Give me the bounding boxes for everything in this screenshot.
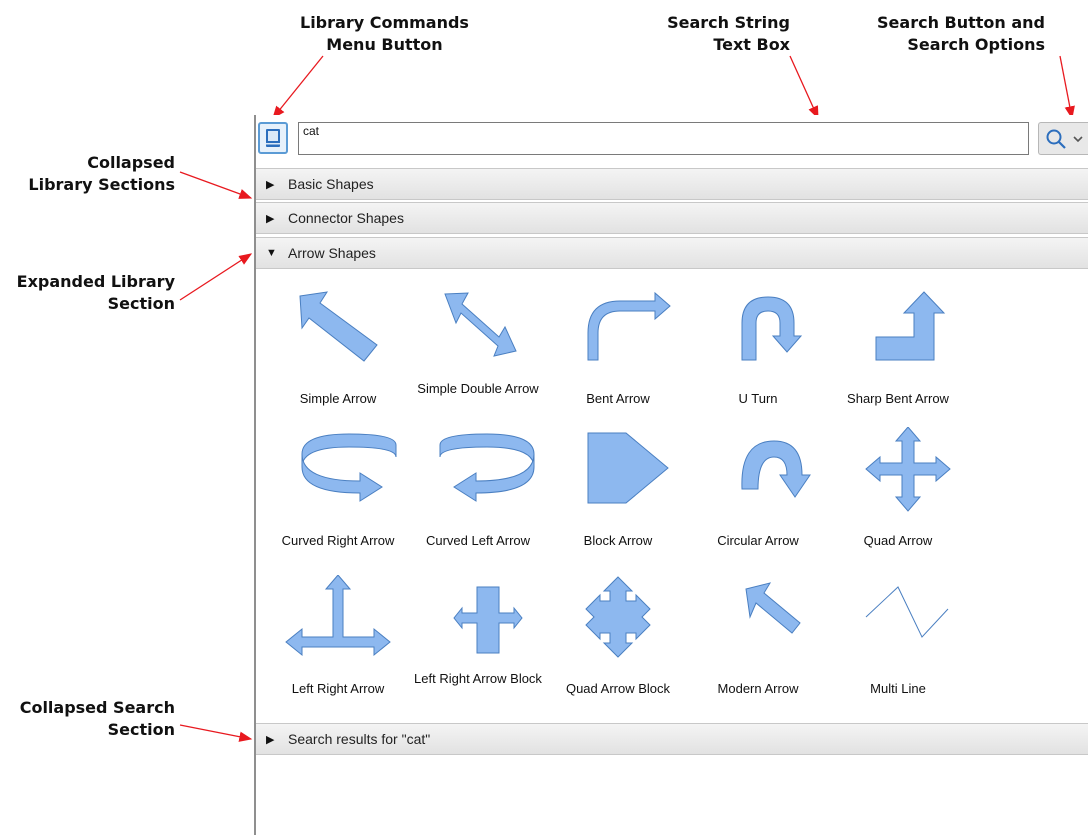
search-button[interactable] xyxy=(1038,122,1088,155)
arrow-to-search-box xyxy=(789,55,819,120)
magnifier-icon xyxy=(1046,129,1066,149)
arrow-to-library-button xyxy=(272,55,324,120)
section-label: Search results for "cat" xyxy=(288,731,431,747)
annotation-library-menu: Library Commands Menu Button xyxy=(300,13,469,54)
library-toolbar xyxy=(256,115,1088,165)
bent-arrow-icon xyxy=(587,291,671,361)
modern-arrow-icon xyxy=(745,582,801,634)
left-right-arrow-block-icon xyxy=(453,586,523,654)
multi-line-icon xyxy=(865,586,949,638)
section-connector-shapes[interactable]: ▶ Connector Shapes xyxy=(256,202,1088,234)
section-label: Arrow Shapes xyxy=(288,245,376,261)
section-basic-shapes[interactable]: ▶ Basic Shapes xyxy=(256,168,1088,200)
arrow-to-search-button xyxy=(1059,55,1075,120)
triangle-right-icon: ▶ xyxy=(266,178,275,191)
triangle-right-icon: ▶ xyxy=(266,733,275,746)
sharp-bent-arrow-icon xyxy=(875,291,946,361)
search-string-input[interactable] xyxy=(298,122,1029,155)
annotation-search-button: Search Button and Search Options xyxy=(877,13,1045,54)
annotation-expanded-section: Expanded Library Section xyxy=(16,272,175,313)
curved-left-arrow-icon xyxy=(439,433,535,502)
arrow-to-collapsed-sections xyxy=(179,171,253,199)
annotation-search-box: Search String Text Box xyxy=(667,13,790,54)
quad-arrow-icon xyxy=(865,427,951,512)
left-right-arrow-icon xyxy=(285,575,391,657)
circular-arrow-icon xyxy=(741,440,811,498)
library-panel: ▶ Basic Shapes ▶ Connector Shapes ▼ Arro… xyxy=(254,115,1088,835)
u-turn-icon xyxy=(741,296,803,361)
chevron-down-icon[interactable] xyxy=(1073,135,1083,143)
block-arrow-icon xyxy=(587,432,669,504)
section-label: Basic Shapes xyxy=(288,176,374,192)
library-commands-menu-button[interactable] xyxy=(258,122,288,154)
section-arrow-shapes[interactable]: ▼ Arrow Shapes xyxy=(256,237,1088,269)
annotation-collapsed-search: Collapsed Search Section xyxy=(19,698,175,739)
triangle-down-icon: ▼ xyxy=(266,247,277,259)
curved-right-arrow-icon xyxy=(301,433,397,502)
simple-arrow-icon xyxy=(299,291,378,362)
annotation-collapsed-sections: Collapsed Library Sections xyxy=(28,153,175,194)
section-search-results[interactable]: ▶ Search results for "cat" xyxy=(256,723,1088,755)
book-icon xyxy=(266,129,280,147)
arrow-to-expanded-section xyxy=(179,253,253,301)
simple-double-arrow-icon xyxy=(444,292,517,357)
arrow-to-search-section xyxy=(179,724,253,742)
section-label: Connector Shapes xyxy=(288,210,404,226)
quad-arrow-block-icon xyxy=(585,576,651,658)
triangle-right-icon: ▶ xyxy=(266,212,275,225)
